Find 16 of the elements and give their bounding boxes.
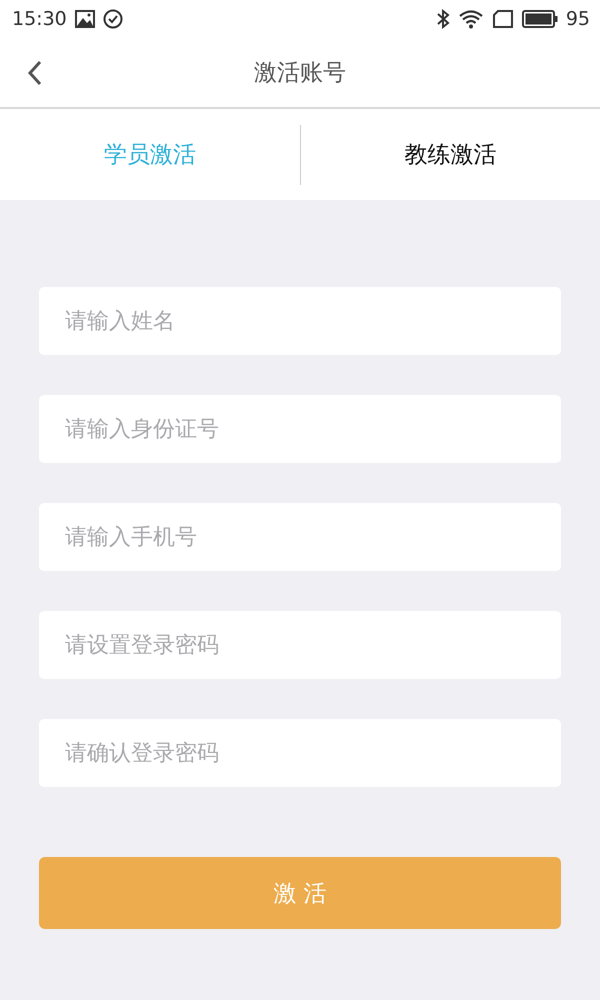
image-icon [74,10,95,28]
battery-icon [522,10,558,28]
input-field[interactable]: 请确认登录密码 [39,719,561,787]
wifi-icon [458,9,484,29]
page-title: 激活账号 [254,59,346,88]
bluetooth-icon [436,9,450,29]
sim-card-icon [492,10,514,28]
battery-level: 95 [566,8,590,30]
check-circle-icon [102,9,123,29]
activate-button[interactable]: 激 活 [39,857,561,929]
input-field[interactable]: 请设置登录密码 [39,611,561,679]
input-field[interactable]: 请输入身份证号 [39,395,561,463]
status-time: 15:30 [12,8,67,30]
input-field[interactable]: 请输入手机号 [39,503,561,571]
input-field[interactable]: 请输入姓名 [39,287,561,355]
back-icon [27,60,43,86]
